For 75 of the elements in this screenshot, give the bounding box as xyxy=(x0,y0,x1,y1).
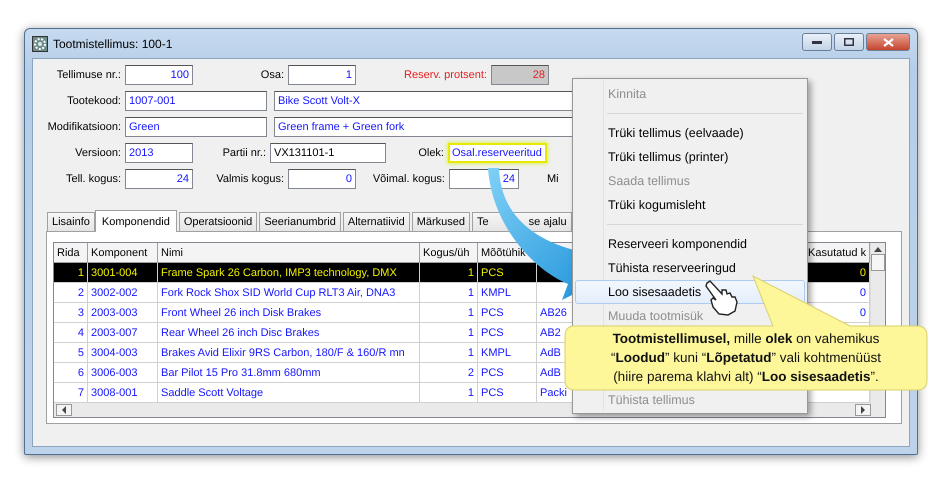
field-label: Osa: xyxy=(260,69,285,81)
scroll-thumb[interactable] xyxy=(871,254,885,271)
table-cell: 2 xyxy=(420,363,478,383)
table-cell: 1 xyxy=(420,303,478,323)
table-cell: 3 xyxy=(54,303,88,323)
menu-item[interactable]: Reserveeri komponendid xyxy=(575,232,805,256)
tab[interactable]: Seerianumbrid xyxy=(259,212,341,231)
table-cell: Frame Spark 26 Carbon, IMP3 technology, DMX xyxy=(158,263,420,283)
input-field[interactable]: 0 xyxy=(288,169,356,189)
tab[interactable]: Alternatiivid xyxy=(342,212,410,231)
table-cell: 1 xyxy=(420,343,478,363)
table-cell: 2003-007 xyxy=(88,323,158,343)
table-cell: PCS xyxy=(478,263,537,283)
scroll-left-button[interactable] xyxy=(56,404,72,416)
input-field[interactable]: Osal.reserveeritud xyxy=(448,143,547,163)
table-cell: 1 xyxy=(54,263,88,283)
window-title: Tootmistellimus: 100-1 xyxy=(53,36,174,50)
field-label: Tootekood: xyxy=(66,95,122,107)
gears-icon xyxy=(32,36,48,52)
table-cell: Brakes Avid Elixir 9RS Carbon, 180/F & 160/R mn xyxy=(158,343,420,363)
field-label: Võimal. kogus: xyxy=(372,173,446,185)
tab[interactable]: Lisainfo xyxy=(47,212,95,231)
table-cell: 1 xyxy=(420,283,478,303)
menu-item[interactable]: Trüki kogumisleht xyxy=(575,193,805,217)
table-cell: 1 xyxy=(420,263,478,283)
scroll-up-icon[interactable] xyxy=(874,247,882,252)
table-cell: PCS xyxy=(478,323,537,343)
field-label: Tell. kogus: xyxy=(64,173,122,185)
table-cell: 1 xyxy=(420,323,478,343)
table-cell: 6 xyxy=(54,363,88,383)
table-cell: 2003-003 xyxy=(88,303,158,323)
table-cell: 3004-003 xyxy=(88,343,158,363)
field-label: Valmis kogus: xyxy=(215,173,285,185)
hand-cursor-icon xyxy=(704,280,738,316)
field-label: Versioon: xyxy=(74,147,122,159)
table-cell: Rear Wheel 26 inch Disc Brakes xyxy=(158,323,420,343)
input-field[interactable]: 100 xyxy=(125,65,193,85)
maximize-icon xyxy=(844,38,854,46)
maximize-button[interactable] xyxy=(834,33,864,51)
table-cell: 5 xyxy=(54,343,88,363)
table-cell: Fork Rock Shox SID World Cup RLT3 Air, DNA3 xyxy=(158,283,420,303)
menu-item[interactable]: Trüki tellimus (printer) xyxy=(575,145,805,169)
table-cell: 2 xyxy=(54,283,88,303)
close-button[interactable] xyxy=(866,33,910,51)
left-arrow-icon xyxy=(61,406,67,414)
minimize-icon xyxy=(812,40,822,44)
field-label: Modifikatsioon: xyxy=(46,121,122,133)
field-label: Mi xyxy=(547,173,559,185)
table-cell: 3002-002 xyxy=(88,283,158,303)
field-label: Partii nr.: xyxy=(222,147,267,159)
minimize-button[interactable] xyxy=(802,33,832,51)
tab[interactable]: Märkused xyxy=(412,212,470,231)
field-label: Olek: xyxy=(417,147,445,159)
close-icon xyxy=(882,38,894,46)
table-cell: PCS xyxy=(478,363,537,383)
input-field[interactable]: 24 xyxy=(125,169,193,189)
table-cell: Front Wheel 26 inch Disk Brakes xyxy=(158,303,420,323)
input-field[interactable]: Green xyxy=(125,117,267,137)
table-cell: 4 xyxy=(54,323,88,343)
table-cell: KMPL xyxy=(478,343,537,363)
input-field[interactable]: 1007-001 xyxy=(125,91,267,111)
tab[interactable]: Komponendid xyxy=(94,210,177,232)
right-arrow-icon xyxy=(860,406,866,414)
tab[interactable]: Operatsioonid xyxy=(178,212,258,231)
input-field[interactable]: VX131101-1 xyxy=(270,143,386,163)
input-field[interactable]: 2013 xyxy=(125,143,193,163)
table-cell: PCS xyxy=(478,303,537,323)
input-field[interactable]: 1 xyxy=(288,65,356,85)
table-cell: 3001-004 xyxy=(88,263,158,283)
table-cell: Bar Pilot 15 Pro 31.8mm 680mm xyxy=(158,363,420,383)
field-label: Tellimuse nr.: xyxy=(56,69,122,81)
table-cell: KMPL xyxy=(478,283,537,303)
table-cell: 3006-003 xyxy=(88,363,158,383)
scroll-right-button[interactable] xyxy=(855,404,871,416)
field-label: Reserv. protsent: xyxy=(403,69,488,81)
